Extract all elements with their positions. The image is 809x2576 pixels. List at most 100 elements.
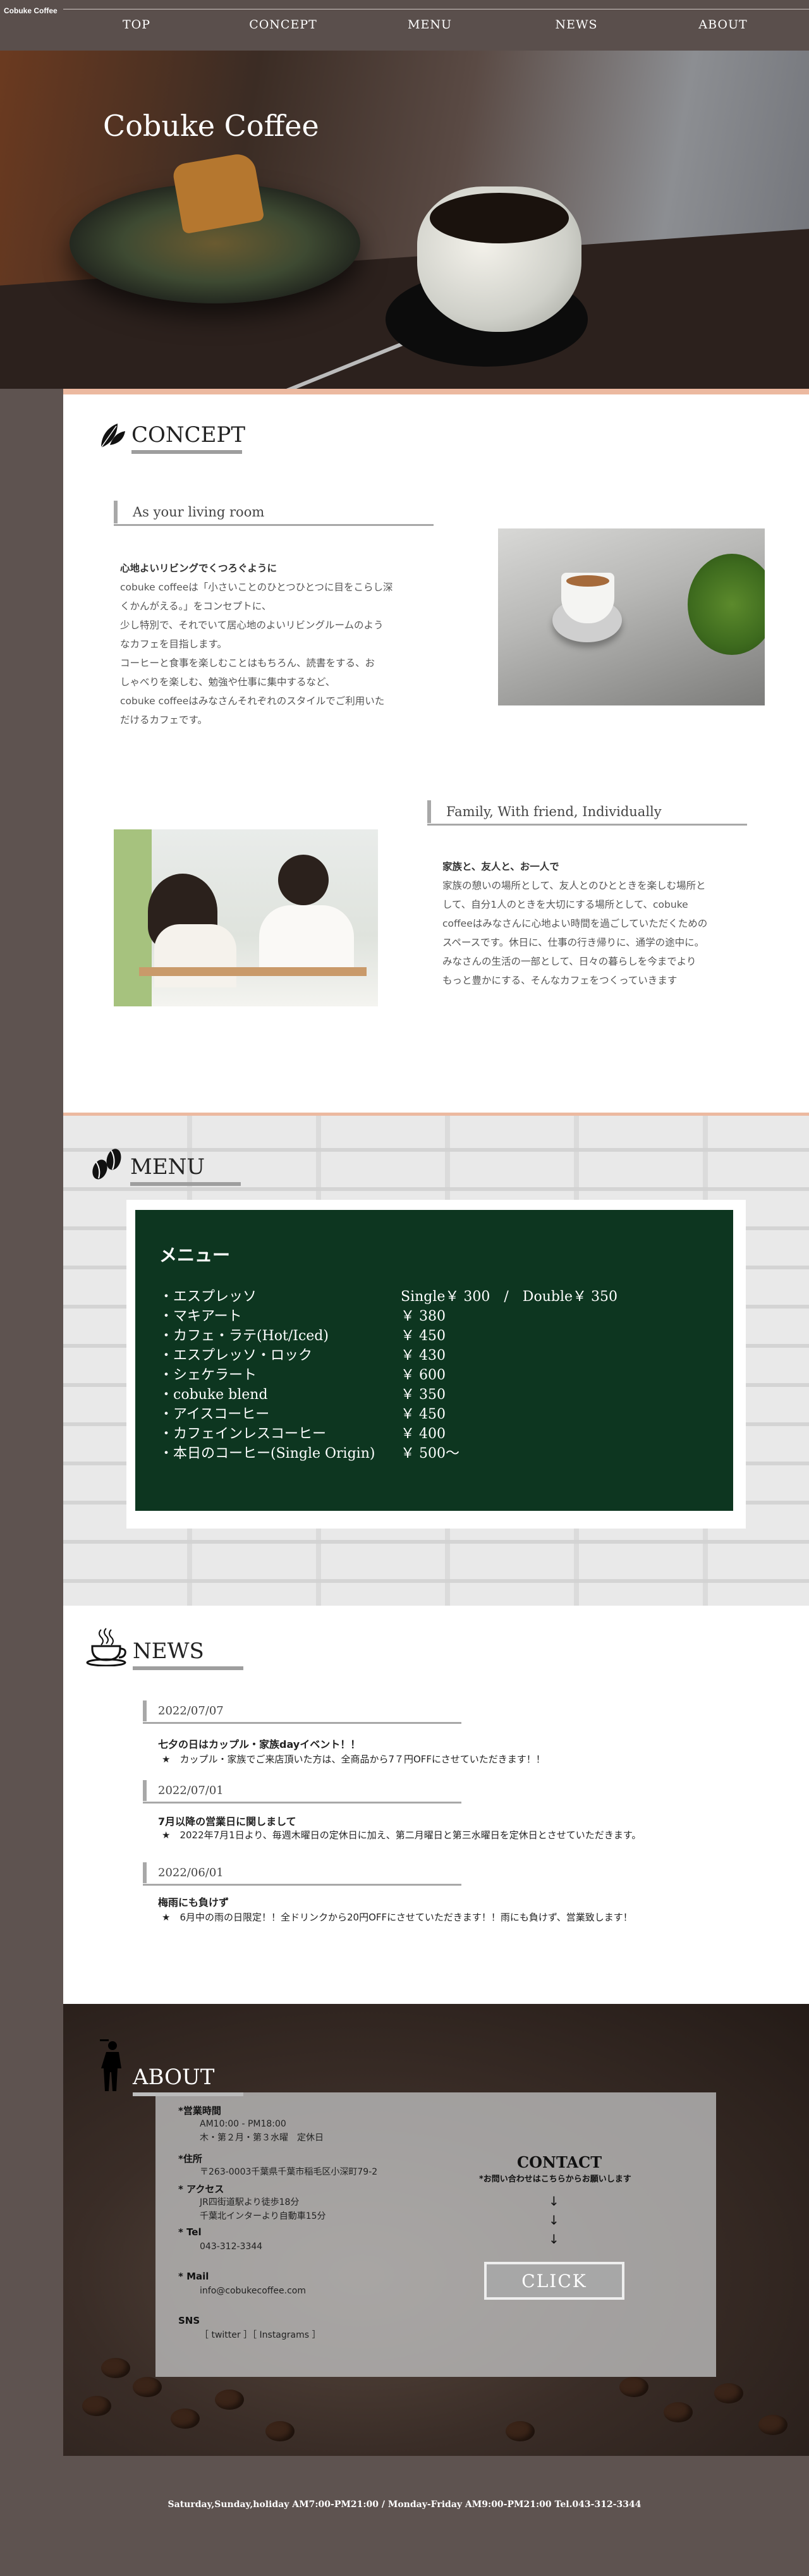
menu-price: ￥ 600 bbox=[401, 1367, 446, 1383]
news-heading: NEWS bbox=[86, 1627, 243, 1670]
menu-price: ￥ 450 bbox=[401, 1328, 446, 1344]
menu-item-names: ・エスプレッソ ・マキアート ・カフェ・ラテ(Hot/Iced) ・エスプレッソ… bbox=[159, 1287, 375, 1463]
concept-line: だけるカフェです。 bbox=[120, 714, 207, 726]
news-item-text-1: ★ カップル・家族でご来店頂いた方は、全商品から7７円OFFにさせていただきます… bbox=[162, 1754, 545, 1765]
access-car: 千葉北インターより自動車15分 bbox=[200, 2211, 326, 2221]
concept-line: しゃべりを楽しむ、勉強や仕事に集中するなど、 bbox=[120, 676, 336, 688]
menu-accent-line bbox=[63, 1113, 809, 1116]
menu-item-prices: Single￥ 300 / Double￥ 350 ￥ 380 ￥ 450 ￥ … bbox=[401, 1287, 617, 1463]
menu-title: MENU bbox=[130, 1154, 241, 1186]
news-date-3: 2022/06/01 bbox=[143, 1862, 461, 1886]
nav-menu[interactable]: MENU bbox=[367, 18, 493, 32]
news-title: NEWS bbox=[133, 1639, 243, 1670]
concept-line: coffeeはみなさんに心地よい時間を過ごしていただくための bbox=[442, 918, 708, 929]
menu-board: メニュー ・エスプレッソ ・マキアート ・カフェ・ラテ(Hot/Iced) ・エ… bbox=[135, 1210, 733, 1511]
concept-image-coffee-cup bbox=[498, 528, 765, 705]
concept-line: cobuke coffeeはみなさんそれぞれのスタイルでご利用いた bbox=[120, 695, 385, 707]
access-label: * アクセス bbox=[178, 2183, 224, 2195]
hero-section: Cobuke Coffee bbox=[0, 51, 809, 389]
arrow-down-icon: ↓ bbox=[549, 2231, 559, 2247]
menu-item: ・本日のコーヒー(Single Origin) bbox=[159, 1446, 375, 1462]
concept-line: スペースです。休日に、仕事の行き帰りに、通学の途中に。 bbox=[442, 937, 705, 948]
news-item-title-3[interactable]: 梅雨にも負けず bbox=[158, 1894, 229, 1909]
tel-label: * Tel bbox=[178, 2226, 202, 2238]
concept-line: 少し特別で、それでいて居心地のよいリビングルームのよう bbox=[120, 620, 384, 631]
concept-heading: CONCEPT bbox=[99, 420, 245, 454]
concept-lead-1: 心地よいリビングでくつろぐように bbox=[120, 563, 277, 574]
menu-item: ・エスプレッソ bbox=[159, 1289, 257, 1305]
hero-title: Cobuke Coffee bbox=[103, 109, 319, 143]
concept-section: CONCEPT As your living room 心地よいリビングでくつろ… bbox=[63, 394, 809, 1113]
site-logo[interactable]: Cobuke Coffee bbox=[4, 6, 58, 15]
news-date-2: 2022/07/01 bbox=[143, 1780, 461, 1804]
hours-closed: 木・第２月・第３水曜 定休日 bbox=[200, 2133, 324, 2143]
news-item-text-2: ★ 2022年7月1日より、毎週木曜日の定休日に加え、第二月曜日と第三水曜日を定… bbox=[162, 1829, 642, 1841]
address-value: 〒263-0003千葉県千葉市稲毛区小深町79-2 bbox=[200, 2167, 378, 2177]
tel-value[interactable]: 043-312-3344 bbox=[200, 2240, 262, 2254]
concept-line: コーヒーと食事を楽しむことはもちろん、読書をする、お bbox=[120, 657, 375, 669]
menu-item: ・エスプレッソ・ロック bbox=[159, 1348, 313, 1364]
menu-price: ￥ 450 bbox=[401, 1407, 446, 1422]
news-item-title-1[interactable]: 七夕の日はカップル・家族dayイベント！！ bbox=[158, 1736, 360, 1751]
menu-heading: MENU bbox=[90, 1145, 241, 1186]
menu-price: ￥ 350 bbox=[401, 1387, 446, 1403]
leaf-icon bbox=[100, 424, 125, 448]
concept-subheading-2: Family, With friend, Individually bbox=[427, 800, 747, 826]
concept-line: くかんがえる。」をコンセプトに、 bbox=[120, 601, 272, 612]
concept-line: cobuke coffeeは「小さいことのひとつひとつに目をこらし深 bbox=[120, 582, 393, 593]
hours-label: *営業時間 bbox=[178, 2105, 221, 2116]
concept-line: みなさんの生活の一部として、日々の暮らしを今までより bbox=[442, 956, 696, 967]
access-train: JR四街道駅より徒歩18分 bbox=[200, 2197, 300, 2207]
menu-price: ￥ 500〜 bbox=[401, 1446, 459, 1462]
main-nav: TOP CONCEPT MENU NEWS ABOUT bbox=[63, 18, 796, 32]
hero-accent-line bbox=[63, 389, 809, 394]
footer-info: Saturday,Sunday,holiday AM7:00-PM21:00 /… bbox=[167, 2500, 642, 2510]
menu-item: ・カフェ・ラテ(Hot/Iced) bbox=[159, 1328, 329, 1344]
concept-title: CONCEPT bbox=[131, 422, 245, 454]
waiter-icon bbox=[100, 2039, 121, 2091]
contact-click-button[interactable]: CLICK bbox=[484, 2262, 624, 2300]
hero-coffee bbox=[430, 193, 569, 243]
mail-value[interactable]: info@cobukecoffee.com bbox=[200, 2285, 306, 2298]
menu-item: ・アイスコーヒー bbox=[159, 1407, 270, 1422]
hours-time: AM10:00 - PM18:00 bbox=[200, 2119, 286, 2129]
news-item-text-3: ★ 6月中の雨の日限定！！全ドリンクから20円OFFにさせていただきます！！雨に… bbox=[162, 1912, 633, 1923]
menu-price: Single￥ 300 / Double￥ 350 bbox=[401, 1289, 617, 1305]
menu-item: ・シェケラート bbox=[159, 1367, 257, 1383]
site-header: Cobuke Coffee TOP CONCEPT MENU NEWS ABOU… bbox=[0, 0, 809, 51]
address-label: *住所 bbox=[178, 2153, 202, 2164]
menu-board-title: メニュー bbox=[159, 1245, 231, 1266]
nav-concept[interactable]: CONCEPT bbox=[220, 18, 346, 32]
nav-top[interactable]: TOP bbox=[73, 18, 200, 32]
mail-label: * Mail bbox=[178, 2271, 209, 2282]
menu-price: ￥ 430 bbox=[401, 1348, 446, 1364]
concept-line: 家族の憩いの場所として、友人とのひとときを楽しむ場所と bbox=[442, 880, 706, 891]
arrow-down-icon: ↓ bbox=[549, 2194, 559, 2209]
menu-item: ・cobuke blend bbox=[159, 1387, 268, 1403]
news-date-1: 2022/07/07 bbox=[143, 1700, 461, 1724]
contact-title: CONTACT bbox=[517, 2153, 602, 2171]
coffee-cup-icon bbox=[86, 1628, 126, 1666]
menu-item: ・マキアート bbox=[159, 1309, 242, 1324]
concept-lead-2: 家族と、友人と、お一人で bbox=[442, 861, 559, 872]
concept-image-couple bbox=[114, 829, 378, 1006]
about-info-card: *営業時間 AM10:00 - PM18:00 木・第２月・第３水曜 定休日 *… bbox=[155, 2092, 716, 2377]
concept-subheading-1: As your living room bbox=[114, 501, 434, 526]
nav-about[interactable]: ABOUT bbox=[660, 18, 786, 32]
arrow-down-icon: ↓ bbox=[549, 2213, 559, 2228]
hero-cake bbox=[171, 151, 265, 235]
about-title: ABOUT bbox=[133, 2065, 244, 2096]
sns-label: SNS bbox=[178, 2315, 200, 2326]
menu-price: ￥ 400 bbox=[401, 1426, 446, 1442]
sns-links[interactable]: ［ twitter ］［ Instagrams ］ bbox=[200, 2329, 321, 2342]
menu-item: ・カフェインレスコーヒー bbox=[159, 1426, 327, 1442]
concept-text-2: 家族と、友人と、お一人で 家族の憩いの場所として、友人とのひとときを楽しむ場所と… bbox=[442, 857, 765, 990]
news-item-title-2[interactable]: 7月以降の営業日に関しまして bbox=[158, 1813, 296, 1828]
contact-note: *お問い合わせはこちらからお願いします bbox=[479, 2175, 631, 2184]
concept-text-1: 心地よいリビングでくつろぐように cobuke coffeeは「小さいことのひと… bbox=[120, 559, 436, 729]
news-section: NEWS 2022/07/07 七夕の日はカップル・家族dayイベント！！ ★ … bbox=[63, 1606, 809, 2004]
about-heading: ABOUT bbox=[99, 2036, 244, 2096]
concept-line: もっと豊かにする、そんなカフェをつくっていきます bbox=[442, 975, 678, 986]
nav-news[interactable]: NEWS bbox=[513, 18, 640, 32]
coffee-beans-icon bbox=[92, 1149, 121, 1180]
